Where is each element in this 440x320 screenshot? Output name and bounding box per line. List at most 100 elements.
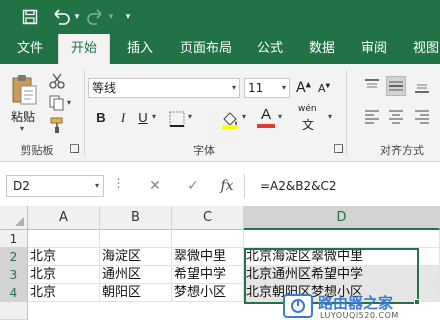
cell-a3[interactable]: 北京 bbox=[28, 266, 100, 284]
font-name-select[interactable]: 等线 ▾ bbox=[88, 78, 240, 98]
tab-home[interactable]: 开始 bbox=[58, 34, 110, 64]
fill-color-icon[interactable] bbox=[220, 110, 238, 129]
phonetic-label: wén bbox=[298, 104, 317, 114]
cell-c2[interactable]: 翠微中里 bbox=[172, 248, 244, 266]
cell-b2[interactable]: 海淀区 bbox=[100, 248, 172, 266]
cell-a4[interactable]: 北京 bbox=[28, 284, 100, 302]
cut-icon[interactable] bbox=[48, 72, 66, 90]
clipboard-launcher-icon[interactable] bbox=[70, 144, 79, 153]
cell-c4[interactable]: 梦想小区 bbox=[172, 284, 244, 302]
enter-button[interactable]: ✓ bbox=[184, 176, 202, 196]
copy-dropdown-icon[interactable]: ▾ bbox=[67, 98, 71, 107]
align-right-icon[interactable] bbox=[412, 106, 432, 126]
ribbon-tabs: 文件 开始 插入 页面布局 公式 数据 审阅 视图 bbox=[0, 34, 440, 64]
font-grow-label: A bbox=[296, 80, 306, 96]
undo-dropdown-icon[interactable]: ▾ bbox=[72, 8, 82, 26]
font-color-dropdown-icon[interactable]: ▾ bbox=[278, 112, 282, 121]
column-header-c[interactable]: C bbox=[172, 206, 244, 230]
font-size-value: 11 bbox=[248, 81, 264, 95]
paste-icon[interactable] bbox=[10, 74, 38, 106]
fill-color-dropdown-icon[interactable]: ▾ bbox=[242, 112, 246, 121]
clipboard-group-label: 剪贴板 bbox=[20, 144, 54, 157]
svg-text:LUYOUQI520.COM: LUYOUQI520.COM bbox=[320, 311, 399, 320]
font-group-label: 字体 bbox=[193, 144, 215, 157]
cell-a2[interactable]: 北京 bbox=[28, 248, 100, 266]
tab-data[interactable]: 数据 bbox=[302, 34, 342, 64]
site-watermark-logo: 路由器之家 LUYOUQI520.COM bbox=[282, 292, 440, 320]
row-header-1[interactable]: 1 bbox=[0, 230, 28, 248]
chevron-down-icon: ▾ bbox=[281, 83, 286, 92]
font-shrink-label: A bbox=[318, 82, 326, 95]
cell-d1[interactable] bbox=[244, 230, 440, 248]
font-name-value: 等线 bbox=[92, 81, 117, 95]
phonetic-dropdown-icon[interactable]: ▾ bbox=[328, 112, 332, 121]
font-launcher-icon[interactable] bbox=[334, 144, 343, 153]
row-header-4[interactable]: 4 bbox=[0, 284, 28, 302]
paste-dropdown-icon[interactable]: ▾ bbox=[20, 124, 24, 133]
insert-function-button[interactable]: fx bbox=[218, 176, 236, 196]
underline-button[interactable]: U bbox=[134, 108, 152, 128]
align-bottom-icon[interactable] bbox=[412, 76, 432, 96]
column-header-d[interactable]: D bbox=[244, 206, 440, 230]
font-color-swatch bbox=[257, 124, 275, 128]
row-header-5[interactable] bbox=[0, 302, 28, 320]
row-header-2[interactable]: 2 bbox=[0, 248, 28, 266]
formula-bar-divider bbox=[244, 174, 245, 198]
select-all-button[interactable] bbox=[0, 206, 28, 230]
chevron-down-icon: ▾ bbox=[231, 83, 236, 92]
cell-b1[interactable] bbox=[100, 230, 172, 248]
column-header-b[interactable]: B bbox=[100, 206, 172, 230]
tab-file[interactable]: 文件 bbox=[8, 34, 52, 64]
tab-review[interactable]: 审阅 bbox=[354, 34, 394, 64]
align-middle-icon[interactable] bbox=[386, 76, 406, 96]
paste-button[interactable]: 粘贴 bbox=[11, 108, 35, 125]
formula-input[interactable]: =A2&B2&C2 bbox=[260, 175, 430, 197]
cell-c1[interactable] bbox=[172, 230, 244, 248]
cell-c3[interactable]: 希望中学 bbox=[172, 266, 244, 284]
tab-formulas[interactable]: 公式 bbox=[250, 34, 290, 64]
group-divider bbox=[84, 70, 85, 156]
cell-b3[interactable]: 通州区 bbox=[100, 266, 172, 284]
align-center-icon[interactable] bbox=[386, 106, 406, 126]
font-color-label: A bbox=[260, 106, 271, 123]
name-box-value: D2 bbox=[13, 179, 30, 193]
redo-icon[interactable] bbox=[86, 8, 106, 26]
formula-bar: D2 ▾ ⋮ ✕ ✓ fx =A2&B2&C2 bbox=[0, 172, 440, 200]
alignment-group-label: 对齐方式 bbox=[380, 144, 424, 157]
phonetic-guide-button[interactable]: wén 文 bbox=[296, 104, 326, 132]
column-header-a[interactable]: A bbox=[28, 206, 100, 230]
tab-view[interactable]: 视图 bbox=[406, 34, 440, 64]
customize-quick-access-icon[interactable]: ▾ bbox=[122, 8, 134, 26]
ribbon-home: 粘贴 ▾ ▾ 剪贴板 等线 ▾ 11 ▾ A▲ A▼ B I U ▾ ▾ ▾ A… bbox=[0, 64, 440, 162]
phonetic-glyph-icon: 文 bbox=[302, 118, 315, 132]
copy-icon[interactable] bbox=[48, 94, 66, 112]
increase-font-size-button[interactable]: A▲ bbox=[296, 80, 311, 96]
save-icon[interactable] bbox=[22, 8, 38, 26]
group-divider bbox=[346, 70, 347, 156]
undo-icon[interactable] bbox=[50, 8, 72, 26]
format-painter-icon[interactable] bbox=[48, 116, 66, 134]
bold-button[interactable]: B bbox=[92, 108, 110, 128]
row-header-3[interactable]: 3 bbox=[0, 266, 28, 284]
svg-text:路由器之家: 路由器之家 bbox=[318, 294, 393, 312]
font-color-button[interactable]: A bbox=[256, 106, 276, 130]
tab-insert[interactable]: 插入 bbox=[118, 34, 162, 64]
align-left-icon[interactable] bbox=[362, 106, 382, 126]
cancel-button[interactable]: ✕ bbox=[146, 176, 164, 196]
formula-bar-grip-icon[interactable]: ⋮ bbox=[112, 176, 125, 190]
align-top-icon[interactable] bbox=[362, 76, 382, 96]
italic-button[interactable]: I bbox=[114, 108, 132, 128]
underline-dropdown-icon[interactable]: ▾ bbox=[152, 112, 156, 121]
cell-d3[interactable]: 北京通州区希望中学 bbox=[244, 266, 440, 284]
decrease-font-size-button[interactable]: A▼ bbox=[318, 82, 330, 95]
cell-a1[interactable] bbox=[28, 230, 100, 248]
tab-page-layout[interactable]: 页面布局 bbox=[172, 34, 240, 64]
cell-d2[interactable]: 北京海淀区翠微中里 bbox=[244, 248, 440, 266]
borders-icon[interactable] bbox=[168, 110, 186, 128]
title-bar: ▾ ▾ ▾ bbox=[0, 0, 440, 34]
font-size-select[interactable]: 11 ▾ bbox=[244, 78, 290, 98]
borders-dropdown-icon[interactable]: ▾ bbox=[188, 112, 192, 121]
redo-dropdown-icon[interactable]: ▾ bbox=[106, 8, 116, 26]
name-box[interactable]: D2 ▾ bbox=[6, 175, 104, 197]
cell-b4[interactable]: 朝阳区 bbox=[100, 284, 172, 302]
